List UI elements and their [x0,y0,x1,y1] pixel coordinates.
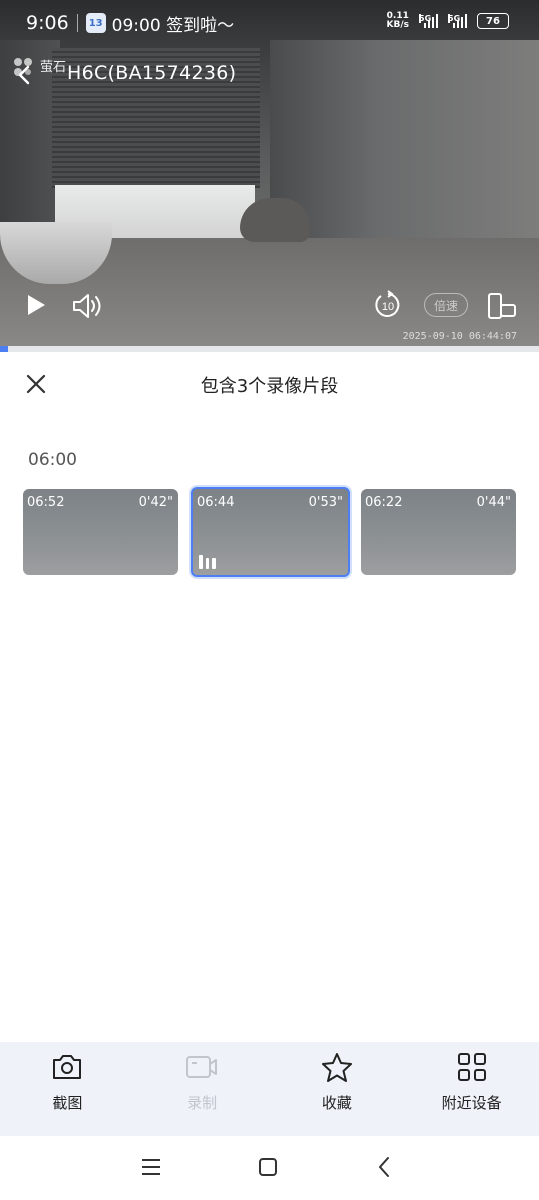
clip-duration: 0'42" [138,495,173,510]
rewind-10s-button[interactable]: 10 [372,289,404,321]
status-time: 9:06 [26,12,69,34]
sim2-label: 5G [448,14,461,23]
clip-start-time: 06:44 [197,495,235,510]
clip-thumbnail[interactable]: 06:22 0'44" [361,489,516,575]
osd-timestamp: 2025-09-10 06:44:07 [402,331,517,342]
status-notification: 09:00 签到啦～ [111,15,235,36]
playback-speed-button[interactable]: 倍速 [424,293,468,317]
time-group-label: 06:00 [28,450,77,470]
network-speed: 0.11 KB/s [387,12,409,30]
nearby-devices-button[interactable]: 附近设备 [404,1042,539,1136]
playback-progress-bar[interactable] [0,346,539,352]
rewind-10-icon: 10 [375,290,400,317]
record-label: 录制 [187,1094,218,1112]
panel-title: 包含3个录像片段 [200,376,339,397]
playback-progress-fill [0,346,9,352]
home-icon[interactable] [255,1154,281,1180]
clip-duration: 0'53" [308,495,343,510]
notification-app-icon: 13 [85,13,106,33]
status-indicators: 0.11 KB/s 5G 5G 76 [387,12,509,30]
video-scene [240,198,310,242]
video-scene [270,40,539,240]
clip-thumbnail[interactable]: 06:52 0'42" [23,489,178,575]
camera-icon [50,1050,84,1084]
clip-thumbnail-active[interactable]: 06:44 0'53" [191,487,350,577]
status-bar: 9:06 13 09:00 签到啦～ 0.11 KB/s 5G 5G 76 [0,0,539,46]
signal-sim2-icon: 5G [448,14,467,28]
clip-start-time: 06:22 [365,495,403,510]
clip-start-time: 06:52 [27,495,65,510]
favorite-button[interactable]: 收藏 [270,1042,405,1136]
clip-list: 06:52 0'42" 06:44 0'53" 06:22 0'44" [23,487,517,577]
device-title: H6C(BA1574236) [67,62,237,84]
nearby-devices-label: 附近设备 [441,1094,502,1112]
grid-icon [455,1050,489,1084]
screenshot-button[interactable]: 截图 [0,1042,135,1136]
landscape-icon [488,293,516,319]
video-player[interactable]: 9:06 13 09:00 签到啦～ 0.11 KB/s 5G 5G 76 萤石 [0,0,539,346]
screen-orientation-button[interactable] [486,291,518,321]
playing-indicator-icon [199,555,216,569]
rewind-seconds: 10 [382,301,394,313]
status-divider [76,14,78,32]
play-icon [28,295,45,315]
signal-sim1-icon: 5G [419,14,438,28]
system-nav-bar [0,1136,539,1200]
battery-icon: 76 [477,13,509,29]
network-speed-unit: KB/s [386,20,409,30]
play-button[interactable] [24,292,48,318]
bottom-toolbar: 截图 录制 收藏 附近设备 [0,1042,539,1136]
menu-icon[interactable] [138,1154,164,1180]
video-record-icon [185,1050,219,1084]
back-arrow-icon[interactable] [14,64,36,86]
star-icon [320,1050,354,1084]
favorite-label: 收藏 [321,1094,352,1112]
screenshot-label: 截图 [52,1094,83,1112]
clip-duration: 0'44" [476,495,511,510]
sim1-label: 5G [419,14,432,23]
volume-button[interactable] [70,290,104,322]
speaker-icon [73,294,101,318]
back-icon[interactable] [372,1154,398,1180]
logo-text: 萤石 [40,60,67,75]
record-button[interactable]: 录制 [135,1042,270,1136]
